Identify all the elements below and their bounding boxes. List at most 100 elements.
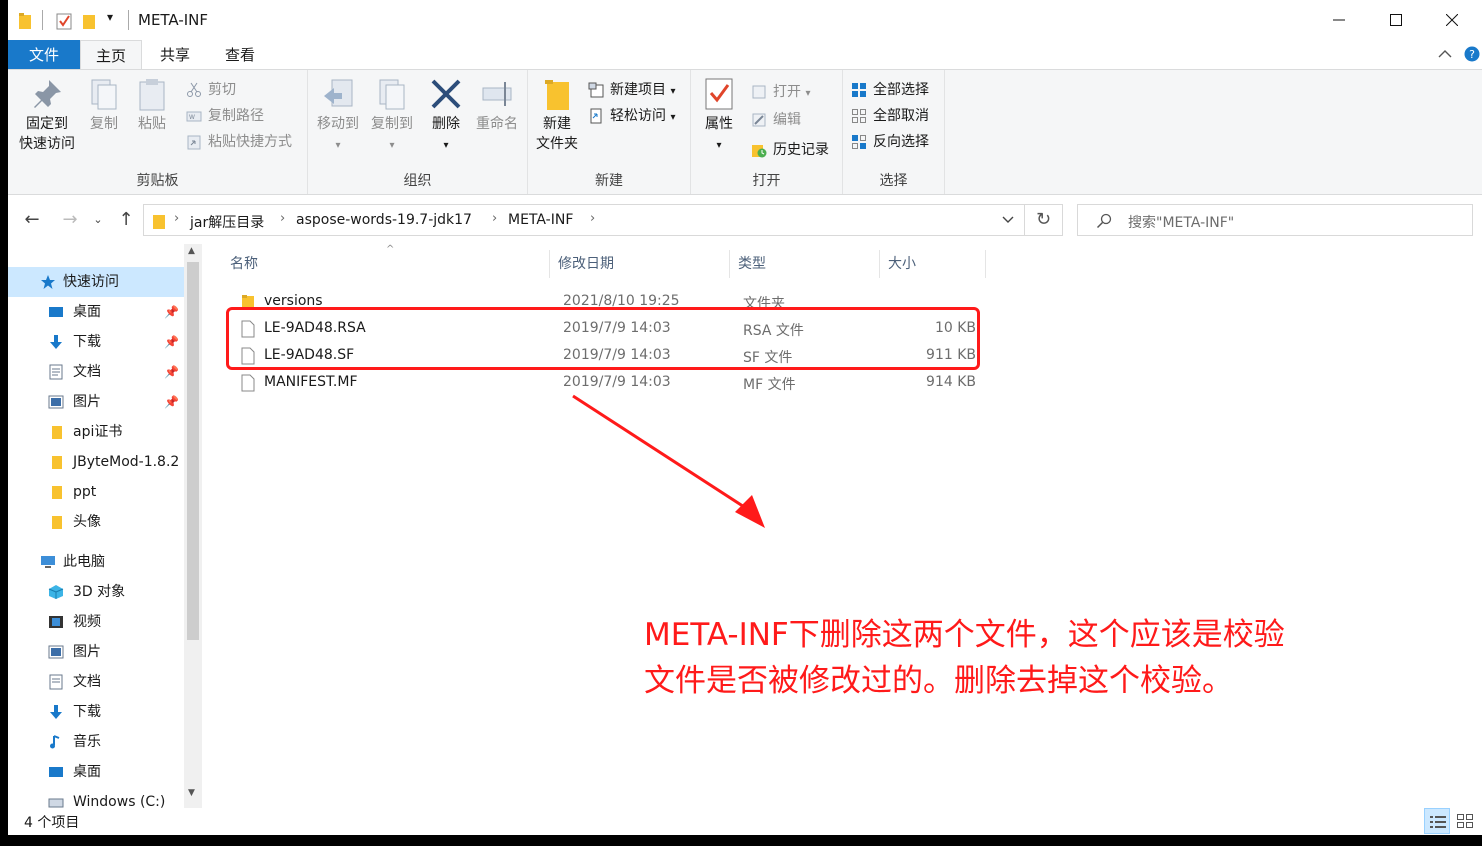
select-none-icon bbox=[852, 109, 866, 123]
copy-button[interactable]: 复制 bbox=[84, 76, 124, 134]
nav-item-desktop[interactable]: 桌面 📌 bbox=[8, 297, 184, 327]
copy-icon bbox=[91, 79, 117, 110]
item-count: 4 个项目 bbox=[24, 815, 80, 831]
window-title: META-INF bbox=[138, 11, 209, 29]
scroll-up-arrow[interactable]: ▲ bbox=[188, 246, 195, 256]
tab-file[interactable]: 文件 bbox=[8, 40, 80, 70]
breadcrumb-item[interactable]: aspose-words-19.7-jdk17 bbox=[296, 212, 472, 228]
column-header-size[interactable]: 大小 bbox=[880, 250, 986, 278]
column-header-date[interactable]: 修改日期 bbox=[550, 250, 730, 278]
up-button[interactable]: ↑ bbox=[114, 208, 138, 232]
minimize-button[interactable] bbox=[1316, 0, 1362, 40]
paste-shortcut-button[interactable]: 粘贴快捷方式 bbox=[186, 130, 292, 154]
pictures-icon bbox=[48, 645, 64, 659]
delete-button[interactable]: 删除 ▾ bbox=[426, 76, 466, 156]
copy-to-icon bbox=[379, 79, 405, 110]
tab-view[interactable]: 查看 bbox=[208, 40, 272, 70]
file-row[interactable]: MANIFEST.MF 2019/7/9 14:03 MF 文件 914 KB bbox=[222, 369, 982, 396]
easy-access-button[interactable]: 轻松访问 ▾ bbox=[588, 104, 675, 128]
group-label: 组织 bbox=[403, 173, 432, 189]
nav-item-folder[interactable]: JByteMod-1.8.2 bbox=[8, 447, 184, 477]
pin-quick-access-button[interactable]: 固定到 快速访问 bbox=[12, 76, 82, 154]
breadcrumb-item[interactable]: META-INF bbox=[508, 212, 573, 228]
close-button[interactable] bbox=[1429, 0, 1475, 40]
cut-button[interactable]: 剪切 bbox=[186, 78, 236, 102]
nav-item-3d-objects[interactable]: 3D 对象 bbox=[8, 577, 184, 607]
move-to-button[interactable]: 移动到 ▾ bbox=[312, 76, 364, 156]
copy-path-button[interactable]: W 复制路径 bbox=[186, 104, 264, 128]
nav-item-desktop[interactable]: 桌面 bbox=[8, 757, 184, 787]
nav-item-pictures[interactable]: 图片 📌 bbox=[8, 387, 184, 417]
new-folder-quick-icon[interactable] bbox=[82, 12, 96, 30]
nav-item-downloads[interactable]: 下载 📌 bbox=[8, 327, 184, 357]
breadcrumb-separator[interactable]: › bbox=[492, 211, 497, 226]
pin-icon[interactable]: 📌 bbox=[164, 297, 179, 327]
properties-button[interactable]: 属性 ▾ bbox=[699, 76, 739, 156]
group-label: 新建 bbox=[595, 173, 623, 189]
breadcrumb-separator[interactable]: › bbox=[590, 211, 595, 226]
details-view-button[interactable] bbox=[1424, 808, 1450, 834]
tab-home[interactable]: 主页 bbox=[80, 40, 142, 70]
nav-item-drive[interactable]: Windows (C:) bbox=[8, 787, 184, 808]
status-bar: 4 个项目 bbox=[8, 808, 1482, 835]
tab-share[interactable]: 共享 bbox=[142, 40, 208, 70]
open-button[interactable]: 打开 ▾ bbox=[751, 80, 810, 104]
breadcrumb-separator[interactable]: › bbox=[280, 211, 285, 226]
edit-button[interactable]: 编辑 bbox=[751, 108, 801, 132]
file-type: MF 文件 bbox=[743, 377, 796, 393]
new-item-button[interactable]: 新建项目 ▾ bbox=[588, 78, 675, 102]
nav-item-folder[interactable]: api证书 bbox=[8, 417, 184, 447]
search-box[interactable]: 搜索"META-INF" bbox=[1077, 204, 1473, 236]
pin-icon[interactable]: 📌 bbox=[164, 387, 179, 417]
new-folder-button[interactable]: 新建 文件夹 bbox=[532, 76, 582, 154]
rename-button[interactable]: 重命名 bbox=[472, 76, 522, 134]
computer-icon bbox=[41, 556, 55, 568]
video-icon bbox=[49, 616, 63, 628]
nav-item-documents[interactable]: 文档 bbox=[8, 667, 184, 697]
recent-locations-button[interactable]: ⌄ bbox=[90, 208, 106, 232]
nav-item-documents[interactable]: 文档 📌 bbox=[8, 357, 184, 387]
back-button[interactable]: ← bbox=[20, 208, 44, 232]
nav-quick-access[interactable]: 快速访问 bbox=[8, 267, 184, 297]
nav-scrollbar[interactable]: ▲ ▼ bbox=[184, 244, 202, 808]
forward-button[interactable]: → bbox=[58, 208, 82, 232]
nav-item-videos[interactable]: 视频 bbox=[8, 607, 184, 637]
maximize-button[interactable] bbox=[1373, 0, 1419, 40]
history-button[interactable]: 历史记录 bbox=[751, 138, 829, 162]
properties-check-icon[interactable] bbox=[56, 12, 72, 30]
quick-access-dropdown[interactable]: ▾ bbox=[107, 10, 113, 28]
nav-this-pc[interactable]: 此电脑 bbox=[8, 547, 184, 577]
explorer-window: ▾ META-INF 文件 主页 共享 查看 ? 固定到 快速访问 复制 粘贴 … bbox=[8, 0, 1482, 835]
paste-button[interactable]: 粘贴 bbox=[132, 76, 172, 134]
column-header-type[interactable]: 类型 bbox=[730, 250, 880, 278]
refresh-button[interactable]: ↻ bbox=[1025, 204, 1063, 236]
select-all-button[interactable]: 全部选择 bbox=[851, 78, 929, 102]
select-none-button[interactable]: 全部取消 bbox=[851, 104, 929, 128]
scrollbar-thumb[interactable] bbox=[187, 262, 199, 640]
folder-icon bbox=[52, 426, 62, 439]
pin-icon[interactable]: 📌 bbox=[164, 357, 179, 387]
scroll-down-arrow[interactable]: ▼ bbox=[188, 788, 195, 798]
large-icons-view-button[interactable] bbox=[1452, 808, 1478, 834]
address-bar-row: ← → ⌄ ↑ › jar解压目录 › aspose-words-19.7-jd… bbox=[8, 196, 1482, 244]
nav-item-folder[interactable]: ppt bbox=[8, 477, 184, 507]
history-icon bbox=[752, 145, 767, 158]
easy-access-icon bbox=[590, 108, 602, 124]
copy-to-button[interactable]: 复制到 ▾ bbox=[366, 76, 418, 156]
ribbon-home: 固定到 快速访问 复制 粘贴 剪切 W 复制路径 粘贴快捷方式 剪贴板 移动到 … bbox=[8, 69, 1482, 195]
nav-item-music[interactable]: 音乐 bbox=[8, 727, 184, 757]
collapse-ribbon-icon[interactable] bbox=[1438, 49, 1452, 59]
desktop-icon bbox=[49, 767, 63, 777]
invert-selection-button[interactable]: 反向选择 bbox=[851, 130, 929, 154]
address-dropdown[interactable] bbox=[991, 204, 1025, 236]
nav-item-folder[interactable]: 头像 bbox=[8, 507, 184, 537]
pin-icon[interactable]: 📌 bbox=[164, 327, 179, 357]
nav-item-pictures[interactable]: 图片 bbox=[8, 637, 184, 667]
group-clipboard: 固定到 快速访问 复制 粘贴 剪切 W 复制路径 粘贴快捷方式 剪贴板 bbox=[8, 70, 308, 194]
help-icon[interactable]: ? bbox=[1464, 46, 1480, 62]
breadcrumb-item[interactable]: jar解压目录 bbox=[190, 212, 264, 232]
breadcrumb-separator[interactable]: › bbox=[174, 211, 179, 226]
select-all-icon bbox=[852, 83, 866, 97]
address-bar[interactable]: › jar解压目录 › aspose-words-19.7-jdk17 › ME… bbox=[143, 204, 1025, 236]
nav-item-downloads[interactable]: 下载 bbox=[8, 697, 184, 727]
